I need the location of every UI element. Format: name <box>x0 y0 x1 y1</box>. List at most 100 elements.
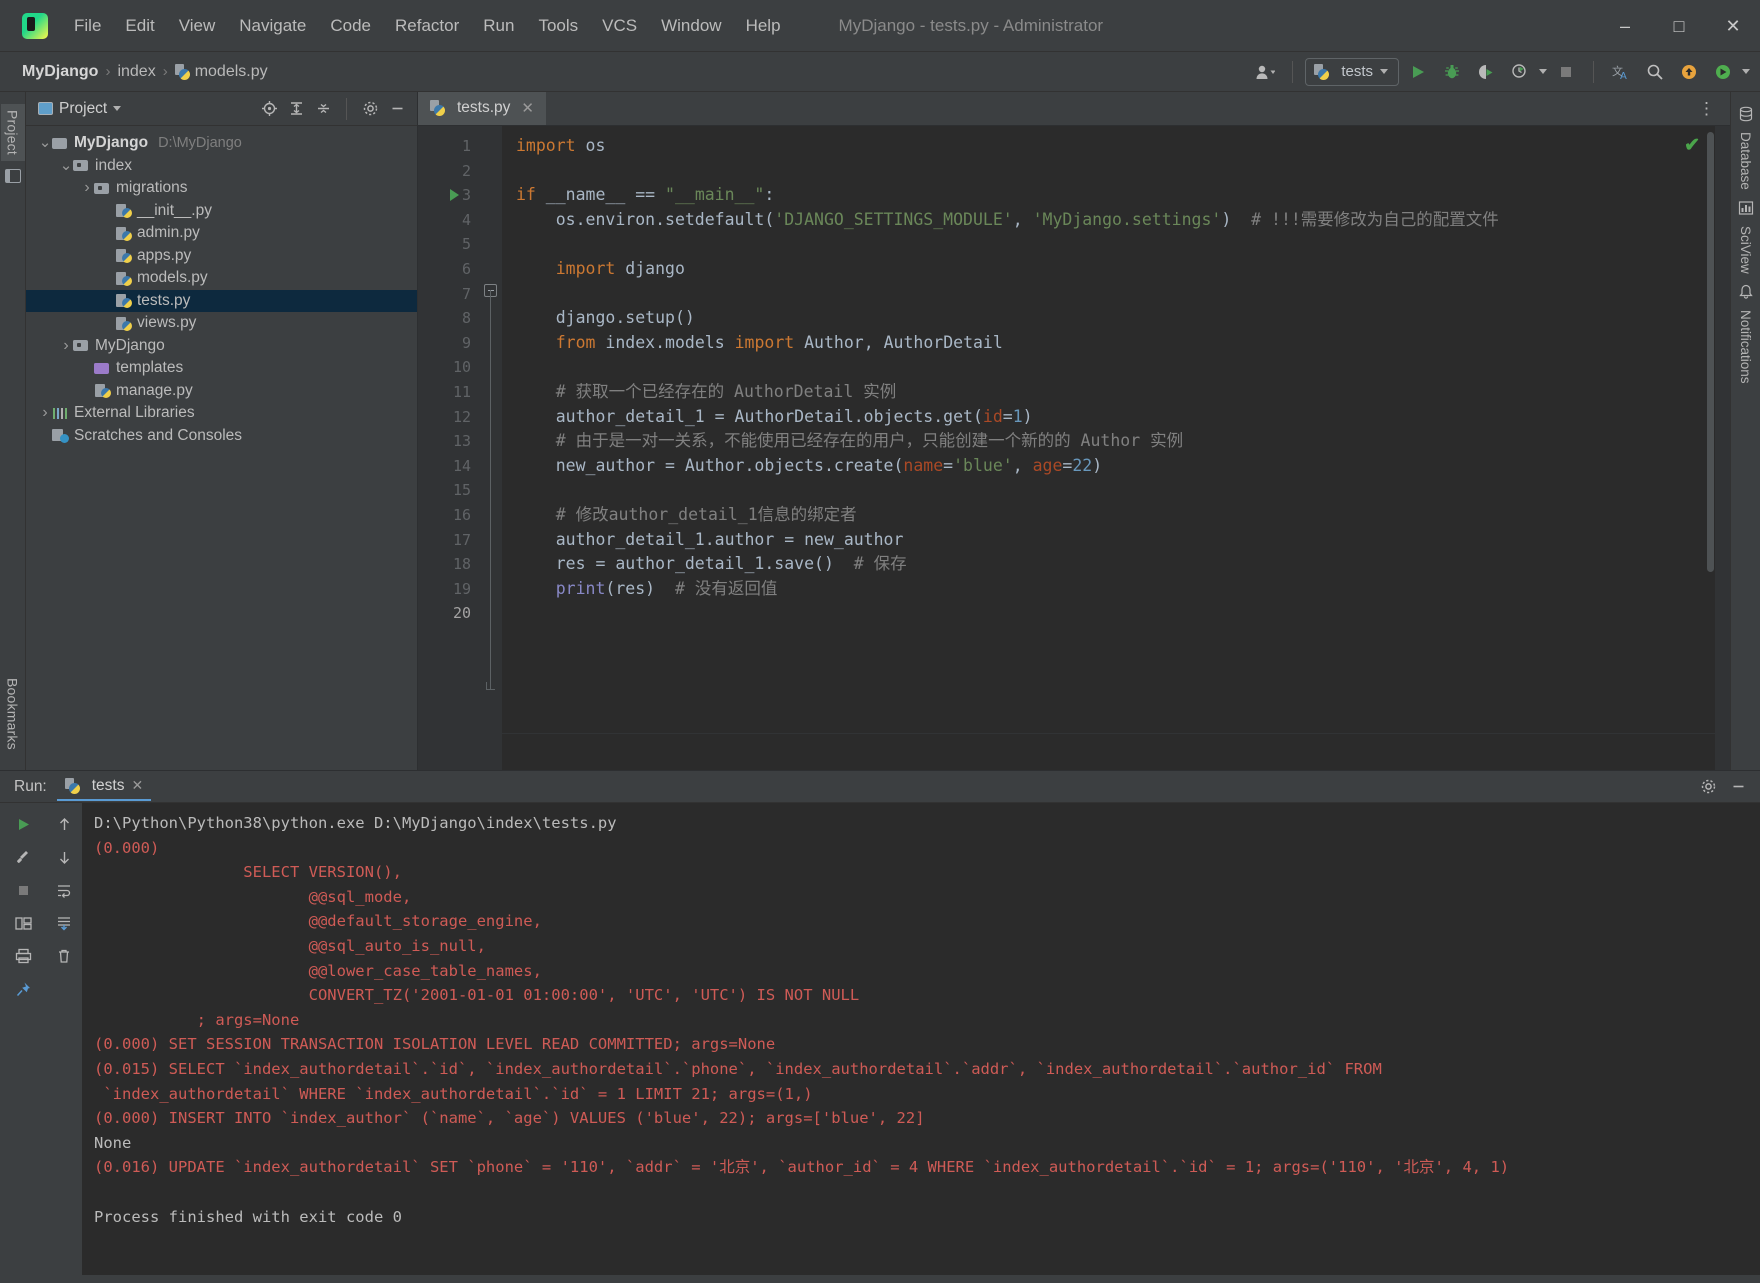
tool-tab-notifications[interactable]: Notifications <box>1738 284 1754 383</box>
tree-node-tests-py[interactable]: tests.py <box>26 289 417 312</box>
code-line[interactable]: new_author = Author.objects.create(name=… <box>516 454 1730 479</box>
menu-item-code[interactable]: Code <box>318 12 383 40</box>
run-icon[interactable] <box>1403 57 1433 87</box>
code-line[interactable]: import django <box>516 257 1730 282</box>
translate-icon[interactable]: 文A <box>1606 57 1636 87</box>
line-number[interactable]: 12 <box>418 405 480 430</box>
run-configuration-selector[interactable]: tests <box>1305 57 1399 86</box>
tree-node-mydjango[interactable]: ⌄ MyDjango D:\MyDjango <box>26 132 417 155</box>
code-line[interactable]: # 由于是一对一关系，不能使用已经存在的用户，只能创建一个新的的 Author … <box>516 429 1730 454</box>
rerun-icon[interactable] <box>9 811 37 837</box>
code-line[interactable]: # 获取一个已经存在的 AuthorDetail 实例 <box>516 380 1730 405</box>
tree-node-migrations[interactable]: › migrations <box>26 177 417 200</box>
line-number[interactable]: 2 <box>418 159 480 184</box>
tree-node-admin-py[interactable]: admin.py <box>26 222 417 245</box>
hide-icon[interactable] <box>385 97 409 121</box>
print-icon[interactable] <box>9 943 37 969</box>
code-line[interactable]: import os <box>516 134 1730 159</box>
code-line[interactable] <box>516 282 1730 307</box>
settings-icon[interactable] <box>358 97 382 121</box>
line-number[interactable]: 9 <box>418 331 480 356</box>
tree-node-index[interactable]: ⌄ index <box>26 155 417 178</box>
chevron-down-icon[interactable]: ⌄ <box>59 158 73 173</box>
code-line[interactable]: print(res) # 没有返回值 <box>516 577 1730 602</box>
tree-node-scratches-and-consoles[interactable]: Scratches and Consoles <box>26 425 417 448</box>
locate-icon[interactable] <box>257 97 281 121</box>
stop-icon[interactable] <box>1551 57 1581 87</box>
tree-node-views-py[interactable]: views.py <box>26 312 417 335</box>
close-icon[interactable]: ✕ <box>131 777 143 794</box>
menu-item-refactor[interactable]: Refactor <box>383 12 471 40</box>
menu-item-file[interactable]: File <box>62 12 113 40</box>
chevron-right-icon[interactable]: › <box>80 179 94 197</box>
line-number[interactable]: 3 <box>418 183 480 208</box>
line-number[interactable]: 18 <box>418 552 480 577</box>
settings-icon[interactable] <box>1696 775 1720 799</box>
close-icon[interactable]: ✕ <box>1706 0 1760 52</box>
code-line[interactable] <box>516 232 1730 257</box>
code-line[interactable] <box>516 355 1730 380</box>
code-content[interactable]: import os if __name__ == "__main__": os.… <box>502 126 1730 770</box>
code-line[interactable] <box>516 601 1730 626</box>
menu-item-navigate[interactable]: Navigate <box>227 12 318 40</box>
layout-icon[interactable] <box>9 910 37 936</box>
code-editor[interactable]: 1 2 3 4 5 6 7 8 9 10 11 12 13 14 15 16 17 18 19 20 import o… <box>418 126 1730 770</box>
menu-item-help[interactable]: Help <box>734 12 793 40</box>
inspection-status-icon[interactable]: ✔ <box>1684 134 1700 157</box>
editor-vertical-scrollbar[interactable] <box>1707 132 1714 572</box>
menu-item-view[interactable]: View <box>167 12 228 40</box>
tree-node--init-py[interactable]: __init__.py <box>26 200 417 223</box>
ide-icon[interactable] <box>1708 57 1738 87</box>
menu-item-tools[interactable]: Tools <box>526 12 590 40</box>
tree-node-external-libraries[interactable]: › External Libraries <box>26 402 417 425</box>
expand-all-icon[interactable] <box>284 97 308 121</box>
tree-node-templates[interactable]: templates <box>26 357 417 380</box>
search-icon[interactable] <box>1640 57 1670 87</box>
tree-node-apps-py[interactable]: apps.py <box>26 245 417 268</box>
trash-icon[interactable] <box>50 943 78 969</box>
line-number[interactable]: 15 <box>418 478 480 503</box>
code-line[interactable] <box>516 159 1730 184</box>
coverage-icon[interactable] <box>1471 57 1501 87</box>
line-number[interactable]: 7 <box>418 282 480 307</box>
menu-item-window[interactable]: Window <box>649 12 733 40</box>
tool-tab-bookmarks[interactable]: Bookmarks <box>1 672 25 756</box>
run-gutter-icon[interactable] <box>450 189 459 202</box>
code-line[interactable]: res = author_detail_1.save() # 保存 <box>516 552 1730 577</box>
line-number[interactable]: 16 <box>418 503 480 528</box>
code-line[interactable]: from index.models import Author, AuthorD… <box>516 331 1730 356</box>
scroll-to-end-icon[interactable] <box>50 910 78 936</box>
soft-wrap-icon[interactable] <box>50 877 78 903</box>
chevron-down-icon[interactable]: ⌄ <box>38 135 52 150</box>
tool-tab-sciview[interactable]: SciView <box>1738 200 1754 274</box>
breadcrumb-file[interactable]: models.py <box>195 63 268 81</box>
breadcrumb-project[interactable]: MyDjango <box>22 63 98 81</box>
code-line[interactable]: author_detail_1 = AuthorDetail.objects.g… <box>516 405 1730 430</box>
stop-icon[interactable] <box>9 877 37 903</box>
chevron-right-icon[interactable]: › <box>38 404 52 422</box>
chevron-right-icon[interactable]: › <box>59 337 73 355</box>
ide-chevron-icon[interactable] <box>1742 69 1750 74</box>
line-number[interactable]: 4 <box>418 208 480 233</box>
line-number[interactable]: 19 <box>418 577 480 602</box>
line-number[interactable]: 14 <box>418 454 480 479</box>
close-icon[interactable]: ✕ <box>521 99 534 117</box>
code-line[interactable]: author_detail_1.author = new_author <box>516 528 1730 553</box>
code-line[interactable]: if __name__ == "__main__": <box>516 183 1730 208</box>
more-options-icon[interactable]: ⋮ <box>1690 99 1724 119</box>
pin-icon[interactable] <box>9 976 37 1002</box>
scroll-up-icon[interactable] <box>50 811 78 837</box>
collapse-all-icon[interactable] <box>311 97 335 121</box>
scroll-down-icon[interactable] <box>50 844 78 870</box>
line-number[interactable]: 17 <box>418 528 480 553</box>
debug-icon[interactable] <box>1437 57 1467 87</box>
code-line[interactable]: # 修改author_detail_1信息的绑定者 <box>516 503 1730 528</box>
menu-item-vcs[interactable]: VCS <box>590 12 649 40</box>
user-icon[interactable] <box>1250 57 1280 87</box>
profile-chevron-icon[interactable] <box>1539 69 1547 74</box>
project-tree[interactable]: ⌄ MyDjango D:\MyDjango ⌄ index › migrations __i… <box>26 126 417 770</box>
console-output[interactable]: D:\Python\Python38\python.exe D:\MyDjang… <box>82 803 1760 1275</box>
line-number[interactable]: 11 <box>418 380 480 405</box>
code-line[interactable] <box>516 478 1730 503</box>
chevron-down-icon[interactable] <box>113 106 122 111</box>
